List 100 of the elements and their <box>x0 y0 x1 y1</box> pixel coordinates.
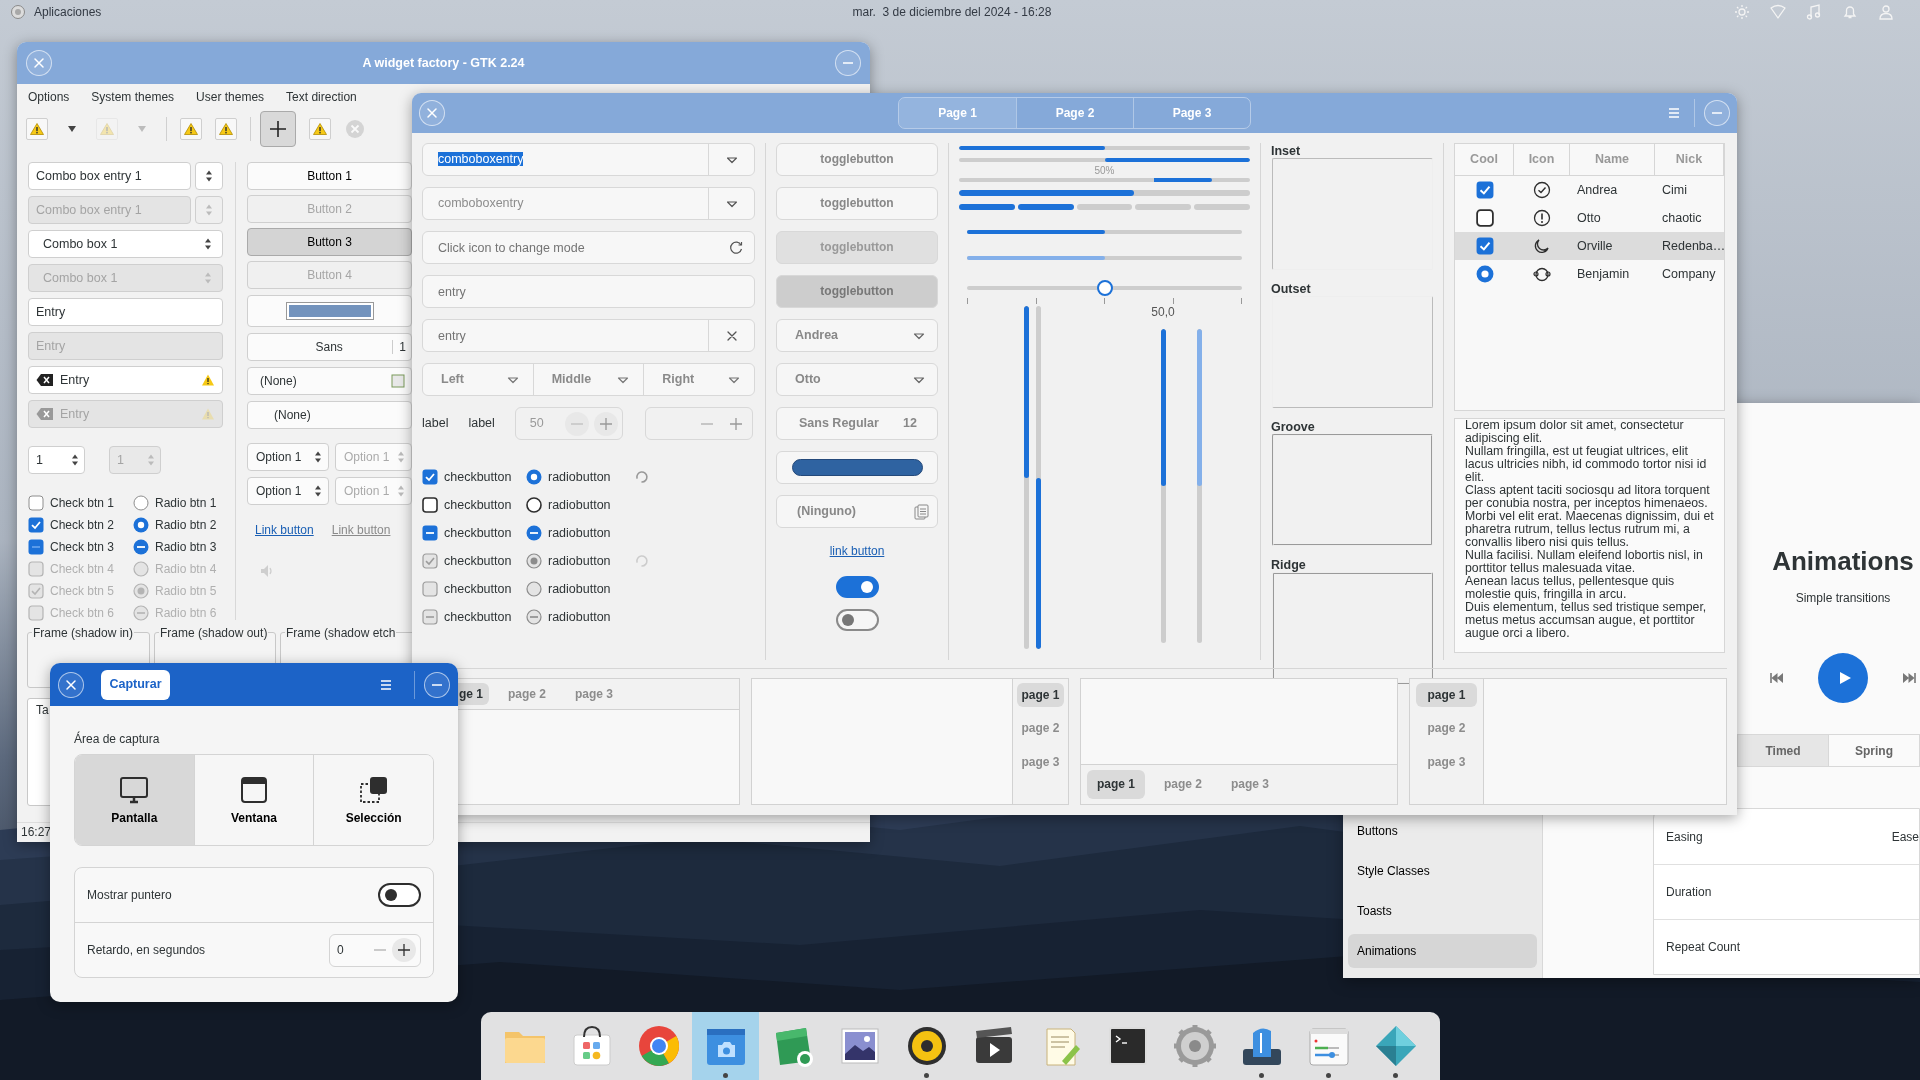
tab[interactable]: page 1 <box>1017 683 1064 708</box>
tab[interactable]: page 3 <box>565 683 624 705</box>
tab[interactable]: Page 2 <box>1016 98 1133 128</box>
menu-item[interactable]: System themes <box>80 89 186 105</box>
scale-track[interactable] <box>967 230 1242 234</box>
column-header[interactable]: Icon <box>1514 144 1570 175</box>
tab[interactable]: page 1 <box>1416 683 1477 708</box>
menu-button[interactable] <box>1666 105 1682 121</box>
toolbar-button[interactable] <box>26 118 48 140</box>
sidebar-item[interactable]: Buttons <box>1348 814 1537 848</box>
tab[interactable]: Timed <box>1738 735 1829 767</box>
table-row[interactable]: Benjamin Company <box>1455 260 1724 288</box>
radio-button[interactable] <box>133 495 149 511</box>
close-button[interactable] <box>58 671 84 698</box>
toolbar-button[interactable] <box>215 118 237 140</box>
toggle-button[interactable]: togglebutton <box>776 187 938 220</box>
mode-button[interactable]: Pantalla <box>75 755 194 846</box>
row-value[interactable]: Ease <box>1891 829 1919 845</box>
play-button[interactable] <box>1818 653 1868 704</box>
checkbox[interactable] <box>28 539 44 555</box>
dropdown[interactable]: Right <box>643 364 754 395</box>
close-button[interactable] <box>26 50 52 76</box>
combo-box[interactable]: Combo box 1 <box>28 230 223 258</box>
radio-button[interactable] <box>526 497 542 513</box>
add-button[interactable] <box>260 111 296 147</box>
minimize-button[interactable] <box>1704 100 1730 126</box>
toggle-switch[interactable] <box>835 576 879 599</box>
checkbox[interactable] <box>28 517 44 533</box>
checkbox[interactable] <box>422 469 438 485</box>
option-menu[interactable]: Option 1 <box>247 443 329 471</box>
tab[interactable]: page 2 <box>498 683 556 705</box>
tab[interactable]: page 3 <box>1017 749 1064 775</box>
vertical-scale[interactable] <box>1036 306 1041 649</box>
tab[interactable]: page 2 <box>1416 716 1477 741</box>
column-header[interactable]: Name <box>1570 144 1655 175</box>
spin-button[interactable]: 50 <box>514 407 623 440</box>
toggle-switch[interactable] <box>835 609 879 632</box>
text-field[interactable]: Entry <box>28 298 223 326</box>
toolbar-button[interactable] <box>309 118 331 140</box>
option-menu[interactable]: Option 1 <box>247 477 329 505</box>
tab[interactable]: page 1 <box>1087 770 1145 799</box>
spin-button[interactable]: 1 <box>28 446 85 474</box>
font-button[interactable]: Sans 1 <box>247 333 412 361</box>
file-chooser-button[interactable]: (None) <box>247 367 412 395</box>
checkbox[interactable] <box>1475 209 1494 227</box>
dropdown[interactable]: Otto <box>776 363 938 396</box>
tab[interactable]: page 2 <box>1017 716 1064 741</box>
vertical-scale[interactable] <box>1160 329 1166 643</box>
column-header[interactable]: Nick <box>1655 144 1724 175</box>
checkbox[interactable] <box>422 525 438 541</box>
text-field[interactable]: entry <box>422 275 755 308</box>
applications-menu[interactable]: Aplicaciones <box>34 4 102 20</box>
input-field[interactable]: entry <box>423 320 708 351</box>
text-field[interactable]: Entry <box>28 366 223 394</box>
table-row[interactable]: Andrea Cimi <box>1455 176 1724 204</box>
radio-button[interactable] <box>133 539 149 555</box>
link[interactable]: Link button <box>331 523 391 538</box>
sidebar-item[interactable]: Animations <box>1348 934 1537 968</box>
minimize-button[interactable] <box>835 50 861 76</box>
dropdown[interactable]: Left <box>423 364 533 395</box>
tab[interactable]: Page 3 <box>1133 98 1250 128</box>
radio-button[interactable] <box>133 517 149 533</box>
link[interactable]: link button <box>829 544 885 559</box>
vertical-scale[interactable] <box>1024 306 1029 649</box>
close-button[interactable] <box>419 100 445 126</box>
table-row[interactable]: Otto chaotic <box>1455 204 1724 232</box>
combo-entry[interactable]: Combo box entry 1 <box>28 162 191 190</box>
refresh-icon[interactable] <box>728 239 744 256</box>
mode-button[interactable]: Selección <box>313 755 433 846</box>
table-row[interactable]: Orville Redenba… <box>1455 232 1724 260</box>
text-view[interactable] <box>1454 418 1725 653</box>
menu-item[interactable]: Text direction <box>275 89 368 105</box>
file-chooser-combo[interactable]: (None) <box>247 401 412 429</box>
font-button[interactable]: Sans Regular 12 <box>776 407 938 440</box>
button[interactable]: Button 1 <box>247 162 412 190</box>
toggle-button[interactable]: togglebutton <box>776 143 938 176</box>
minimize-button[interactable] <box>424 671 450 698</box>
menu-item[interactable]: User themes <box>185 89 276 105</box>
toggle-button[interactable]: togglebutton <box>776 275 938 308</box>
checkbox[interactable] <box>1475 181 1494 199</box>
tab[interactable]: Capturar <box>101 669 170 700</box>
checkbox[interactable] <box>422 497 438 513</box>
file-chooser-button[interactable]: (Ninguno) <box>776 495 938 528</box>
dropdown[interactable]: Middle <box>532 364 644 395</box>
toolbar-button[interactable] <box>180 118 202 140</box>
menu-item[interactable]: Options <box>17 89 81 105</box>
button[interactable]: Button 3 <box>247 228 412 256</box>
checkbox[interactable] <box>1475 237 1494 255</box>
radio-button[interactable] <box>526 469 542 485</box>
slider-thumb[interactable] <box>1096 280 1113 296</box>
tab[interactable]: page 2 <box>1154 770 1213 799</box>
radio-button[interactable] <box>526 525 542 541</box>
column-header[interactable]: Cool <box>1455 144 1514 175</box>
text-field[interactable]: entry <box>422 319 755 352</box>
link[interactable]: Link button <box>255 523 314 538</box>
tab[interactable]: page 3 <box>1416 749 1477 775</box>
toggle-switch[interactable] <box>378 883 421 908</box>
sidebar-item[interactable]: Toasts <box>1348 894 1537 928</box>
color-button[interactable] <box>776 451 938 484</box>
radio-button[interactable] <box>1475 265 1494 283</box>
